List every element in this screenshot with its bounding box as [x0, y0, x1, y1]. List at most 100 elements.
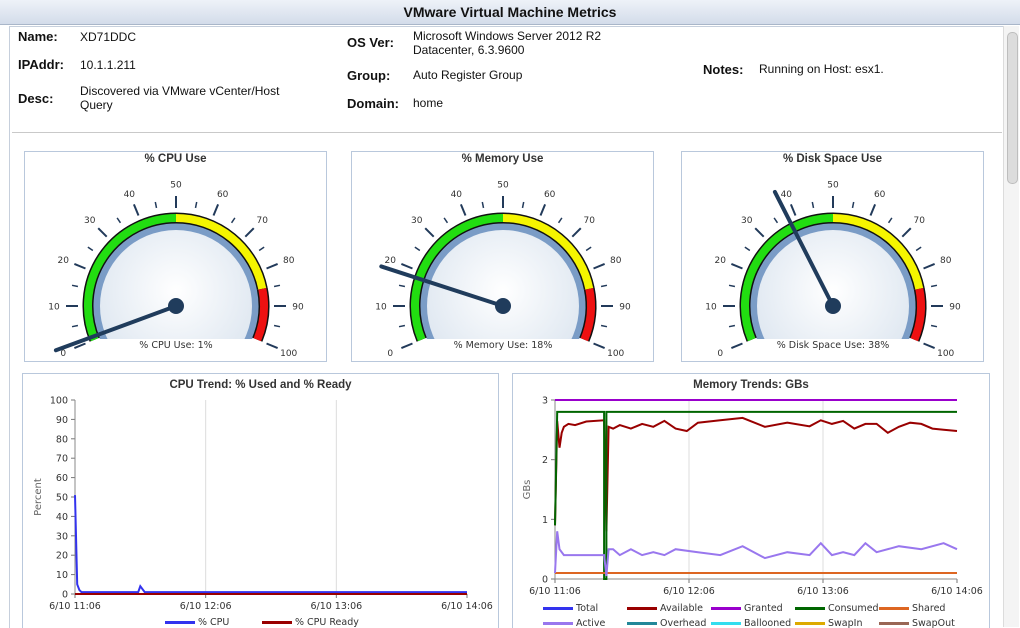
- gauge-tick: [266, 262, 279, 270]
- gauge-tick-label: 10: [705, 303, 717, 313]
- x-tick-label: 6/10 14:06: [441, 601, 493, 612]
- gauge-tick: [600, 324, 608, 328]
- gauge-readout: % Memory Use: 18%: [454, 340, 553, 351]
- gauge-tick: [593, 262, 606, 270]
- gauge-tick-label: 60: [874, 190, 886, 200]
- gauge-tick-label: 20: [58, 256, 70, 266]
- y-tick-label: 50: [56, 493, 68, 504]
- series-line--cpu: [74, 495, 467, 594]
- gauge-tick: [230, 217, 236, 224]
- gauge-tick-label: 80: [610, 256, 622, 266]
- y-axis-title: GBs: [522, 480, 533, 500]
- gauge-tick: [521, 201, 525, 209]
- gauge-tick-label: 50: [827, 181, 839, 191]
- gauge-tick: [930, 284, 938, 288]
- y-tick-label: 60: [56, 473, 68, 484]
- gauge-readout: % Disk Space Use: 38%: [777, 340, 890, 351]
- gauge-tick-label: 50: [497, 181, 509, 191]
- vertical-scrollbar[interactable]: [1003, 26, 1019, 627]
- gauge-tick-label: 90: [949, 303, 961, 313]
- cpu-gauge: 0 10 20 30 40 50 60 70 80 90 100 % CPU Use: 1%: [48, 181, 304, 360]
- gauge-tick: [585, 246, 592, 252]
- gauge-tick-label: 30: [411, 216, 423, 226]
- gauge-tick: [266, 342, 279, 350]
- gauge-tick: [87, 246, 94, 252]
- gauge-tick-label: 0: [717, 349, 723, 359]
- window-title: VMware Virtual Machine Metrics: [0, 0, 1020, 25]
- gauge-tick-label: 30: [84, 216, 96, 226]
- gauge-tick: [773, 217, 779, 224]
- ip-value: 10.1.1.211: [80, 58, 136, 72]
- legend-swatch: [795, 607, 825, 610]
- legend-label: % CPU: [198, 617, 229, 628]
- gauge-tick-label: 90: [619, 303, 631, 313]
- y-tick-label: 20: [56, 551, 68, 562]
- x-tick-label: 6/10 13:06: [797, 586, 849, 597]
- gauge-tick: [789, 203, 797, 216]
- gauge-tick-label: 100: [937, 349, 954, 359]
- x-tick-label: 6/10 12:06: [180, 601, 232, 612]
- x-tick-label: 6/10 12:06: [663, 586, 715, 597]
- scrollbar-thumb[interactable]: [1007, 32, 1018, 184]
- y-tick-label: 40: [56, 512, 68, 523]
- legend-swatch: [627, 622, 657, 625]
- gauge-tick: [930, 324, 938, 328]
- legend-swatch: [543, 607, 573, 610]
- ip-label: IPAddr:: [18, 57, 64, 72]
- gauge-tick: [116, 217, 122, 224]
- gauge-tick: [258, 246, 265, 252]
- y-tick-label: 100: [50, 396, 68, 407]
- gauge-tick: [273, 324, 281, 328]
- gauge-tick-label: 30: [741, 216, 753, 226]
- y-axis-title: Percent: [33, 478, 44, 516]
- disk-gauge-panel: % Disk Space Use 0 10 20 30 40 50 60 70 80 90 100%…: [681, 151, 984, 362]
- domain-label: Domain:: [347, 96, 399, 111]
- gauge-tick-label: 10: [48, 303, 60, 313]
- x-tick-label: 6/10 11:06: [529, 586, 581, 597]
- gauge-tick: [398, 324, 406, 328]
- series-line-available: [554, 416, 958, 532]
- y-tick-label: 1: [542, 515, 548, 526]
- gauge-tick-label: 0: [60, 349, 66, 359]
- memory-gauge-panel: % Memory Use 0 10 20 30 40 50 60 70 80 90 100% Mem…: [351, 151, 654, 362]
- cpu-gauge-panel: % CPU Use 0 10 20 30 40 50 60 70 80 90 100% CPU Us…: [24, 151, 327, 362]
- legend-label: Consumed: [828, 603, 879, 614]
- os-value-line1: Microsoft Windows Server 2012 R2: [413, 29, 602, 43]
- gauge-tick-label: 40: [124, 190, 136, 200]
- legend-label: Total: [575, 603, 598, 614]
- y-tick-label: 80: [56, 434, 68, 445]
- legend-swatch: [795, 622, 825, 625]
- gauge-tick: [194, 201, 198, 209]
- cpu-trend-panel: CPU Trend: % Used and % Ready 0 10 20 30 40 5…: [22, 373, 499, 628]
- gauge-tick: [97, 227, 108, 238]
- y-tick-label: 70: [56, 454, 68, 465]
- gauge-tick-label: 10: [375, 303, 387, 313]
- gauge-tick-label: 100: [280, 349, 297, 359]
- gauge-tick: [459, 203, 467, 216]
- legend-swatch: [165, 621, 195, 624]
- gauge-tick: [869, 203, 877, 216]
- gauge-tick: [443, 217, 449, 224]
- gauge-tick: [754, 227, 765, 238]
- gauge-tick: [73, 262, 86, 270]
- gauge-tick: [539, 203, 547, 216]
- gauge-tick: [571, 227, 582, 238]
- series-line-active: [554, 531, 958, 577]
- gauge-tick: [851, 201, 855, 209]
- gauge-tick: [887, 217, 893, 224]
- gauge-readout: % CPU Use: 1%: [139, 340, 212, 351]
- gauge-tick-label: 80: [283, 256, 295, 266]
- legend-label: Granted: [744, 603, 783, 614]
- disk-gauge: 0 10 20 30 40 50 60 70 80 90 100 % Disk Space Use: …: [705, 181, 961, 360]
- legend-swatch: [627, 607, 657, 610]
- gauge-hub: [495, 298, 511, 314]
- gauge-tick-label: 0: [387, 349, 393, 359]
- memory-gauge: 0 10 20 30 40 50 60 70 80 90 100 % Memory Use: 18%: [375, 181, 631, 360]
- gauge-tick: [730, 262, 743, 270]
- gauge-tick: [744, 246, 751, 252]
- y-tick-label: 0: [542, 575, 548, 586]
- x-tick-label: 6/10 11:06: [49, 601, 101, 612]
- gauge-tick: [244, 227, 255, 238]
- os-value-line2: Datacenter, 6.3.9600: [413, 43, 525, 57]
- group-label: Group:: [347, 68, 391, 83]
